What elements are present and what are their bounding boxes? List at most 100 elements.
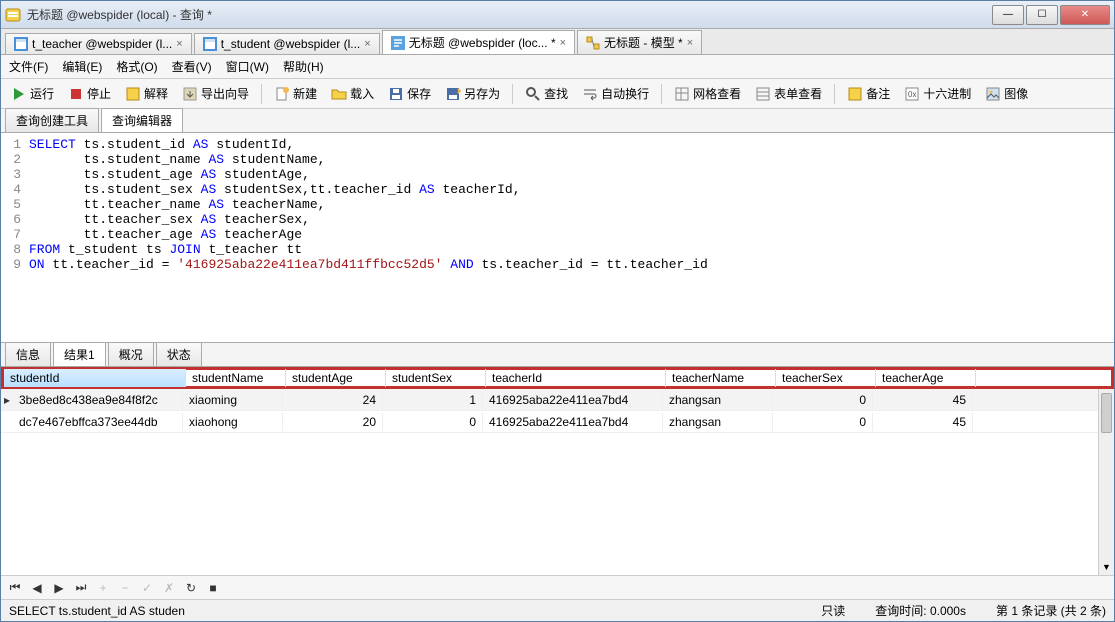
menu-help[interactable]: 帮助(H): [283, 58, 324, 75]
titlebar[interactable]: 无标题 @webspider (local) - 查询 * — ☐ ✕: [1, 1, 1114, 29]
doctab-query[interactable]: 无标题 @webspider (loc... * ×: [382, 30, 575, 54]
doctab-student[interactable]: t_student @webspider (l... ×: [194, 33, 380, 54]
maximize-button[interactable]: ☐: [1026, 5, 1058, 25]
col-header[interactable]: teacherId: [486, 369, 666, 387]
svg-text:0x: 0x: [908, 90, 916, 99]
nav-last-icon[interactable]: ⏭: [73, 580, 89, 596]
tab-query-builder[interactable]: 查询创建工具: [5, 108, 99, 132]
col-header[interactable]: studentId: [4, 369, 186, 387]
menu-format[interactable]: 格式(O): [116, 58, 157, 75]
cell[interactable]: 0: [773, 413, 873, 431]
nav-stop-icon[interactable]: ■: [205, 580, 221, 596]
stop-icon: [68, 86, 84, 102]
doctab-label: 无标题 @webspider (loc... *: [409, 34, 556, 51]
nav-next-icon[interactable]: ▶: [51, 580, 67, 596]
cell[interactable]: 3be8ed8c438ea9e84f8f2c: [13, 391, 183, 409]
nav-cancel-icon: ✗: [161, 580, 177, 596]
hex-button[interactable]: 0x十六进制: [900, 83, 975, 104]
col-header[interactable]: studentAge: [286, 369, 386, 387]
doctab-teacher[interactable]: t_teacher @webspider (l... ×: [5, 33, 192, 54]
close-icon[interactable]: ×: [560, 37, 566, 49]
explain-button[interactable]: 解释: [121, 83, 172, 104]
saveas-button[interactable]: 另存为: [441, 83, 504, 104]
save-icon: [388, 86, 404, 102]
table-row[interactable]: ▸ 3be8ed8c438ea9e84f8f2c xiaoming 24 1 4…: [1, 389, 1114, 411]
tab-info[interactable]: 信息: [5, 342, 51, 366]
tab-query-editor[interactable]: 查询编辑器: [101, 108, 183, 132]
record-navigator: ⏮ ◀ ▶ ⏭ + − ✓ ✗ ↻ ■: [1, 575, 1114, 599]
tab-profile[interactable]: 概况: [108, 342, 154, 366]
cell[interactable]: 20: [283, 413, 383, 431]
cell[interactable]: xiaohong: [183, 413, 283, 431]
formview-button[interactable]: 表单查看: [751, 83, 826, 104]
nav-refresh-icon[interactable]: ↻: [183, 580, 199, 596]
form-icon: [755, 86, 771, 102]
gridview-button[interactable]: 网格查看: [670, 83, 745, 104]
cell[interactable]: zhangsan: [663, 391, 773, 409]
cell[interactable]: 0: [383, 413, 483, 431]
tab-result1[interactable]: 结果1: [53, 342, 106, 366]
cell[interactable]: 1: [383, 391, 483, 409]
run-button[interactable]: 运行: [7, 83, 58, 104]
scroll-thumb[interactable]: [1101, 393, 1112, 433]
export-button[interactable]: 导出向导: [178, 83, 253, 104]
nav-prev-icon[interactable]: ◀: [29, 580, 45, 596]
vertical-scrollbar[interactable]: ▲ ▼: [1098, 389, 1114, 575]
menu-edit[interactable]: 编辑(E): [62, 58, 102, 75]
tab-status[interactable]: 状态: [156, 342, 202, 366]
save-button[interactable]: 保存: [384, 83, 435, 104]
doctab-label: 无标题 - 模型 *: [604, 34, 683, 51]
close-icon[interactable]: ×: [176, 38, 182, 50]
cell[interactable]: 416925aba22e411ea7bd4: [483, 391, 663, 409]
col-header[interactable]: teacherAge: [876, 369, 976, 387]
col-header[interactable]: studentSex: [386, 369, 486, 387]
editor-subtabs: 查询创建工具 查询编辑器: [1, 109, 1114, 133]
doctab-model[interactable]: 无标题 - 模型 * ×: [577, 30, 702, 54]
cell[interactable]: dc7e467ebffca373ee44db: [13, 413, 183, 431]
menu-file[interactable]: 文件(F): [9, 58, 48, 75]
notes-icon: [847, 86, 863, 102]
image-button[interactable]: 图像: [981, 83, 1032, 104]
stop-button[interactable]: 停止: [64, 83, 115, 104]
close-icon[interactable]: ×: [364, 38, 370, 50]
wrap-button[interactable]: 自动换行: [578, 83, 653, 104]
cell[interactable]: 45: [873, 413, 973, 431]
cell[interactable]: zhangsan: [663, 413, 773, 431]
nav-apply-icon: ✓: [139, 580, 155, 596]
notes-button[interactable]: 备注: [843, 83, 894, 104]
doctab-label: t_student @webspider (l...: [221, 37, 361, 51]
cell[interactable]: 24: [283, 391, 383, 409]
grid-header: studentId studentName studentAge student…: [1, 367, 1114, 389]
col-header[interactable]: teacherName: [666, 369, 776, 387]
status-time: 查询时间: 0.000s: [875, 602, 966, 619]
menu-window[interactable]: 窗口(W): [226, 58, 269, 75]
cell[interactable]: 0: [773, 391, 873, 409]
search-icon: [525, 86, 541, 102]
minimize-button[interactable]: —: [992, 5, 1024, 25]
toolbar: 运行 停止 解释 导出向导 新建 载入 保存 另存为 查找 自动换行 网格查看 …: [1, 79, 1114, 109]
find-button[interactable]: 查找: [521, 83, 572, 104]
scroll-down-icon[interactable]: ▼: [1099, 559, 1114, 575]
explain-icon: [125, 86, 141, 102]
cell[interactable]: 416925aba22e411ea7bd4: [483, 413, 663, 431]
close-button[interactable]: ✕: [1060, 5, 1110, 25]
close-icon[interactable]: ×: [687, 37, 693, 49]
cell[interactable]: 45: [873, 391, 973, 409]
menu-view[interactable]: 查看(V): [172, 58, 212, 75]
query-icon: [391, 36, 405, 50]
nav-first-icon[interactable]: ⏮: [7, 580, 23, 596]
col-header[interactable]: studentName: [186, 369, 286, 387]
new-button[interactable]: 新建: [270, 83, 321, 104]
play-icon: [11, 86, 27, 102]
grid-body[interactable]: ▸ 3be8ed8c438ea9e84f8f2c xiaoming 24 1 4…: [1, 389, 1114, 575]
status-sql: SELECT ts.student_id AS studen: [9, 604, 185, 618]
table-row[interactable]: dc7e467ebffca373ee44db xiaohong 20 0 416…: [1, 411, 1114, 433]
statusbar: SELECT ts.student_id AS studen 只读 查询时间: …: [1, 599, 1114, 621]
cell[interactable]: xiaoming: [183, 391, 283, 409]
col-header[interactable]: teacherSex: [776, 369, 876, 387]
app-window: 无标题 @webspider (local) - 查询 * — ☐ ✕ t_te…: [0, 0, 1115, 622]
sql-editor[interactable]: 1SELECT ts.student_id AS studentId, 2 ts…: [1, 133, 1114, 343]
load-button[interactable]: 载入: [327, 83, 378, 104]
new-icon: [274, 86, 290, 102]
table-icon: [14, 37, 28, 51]
